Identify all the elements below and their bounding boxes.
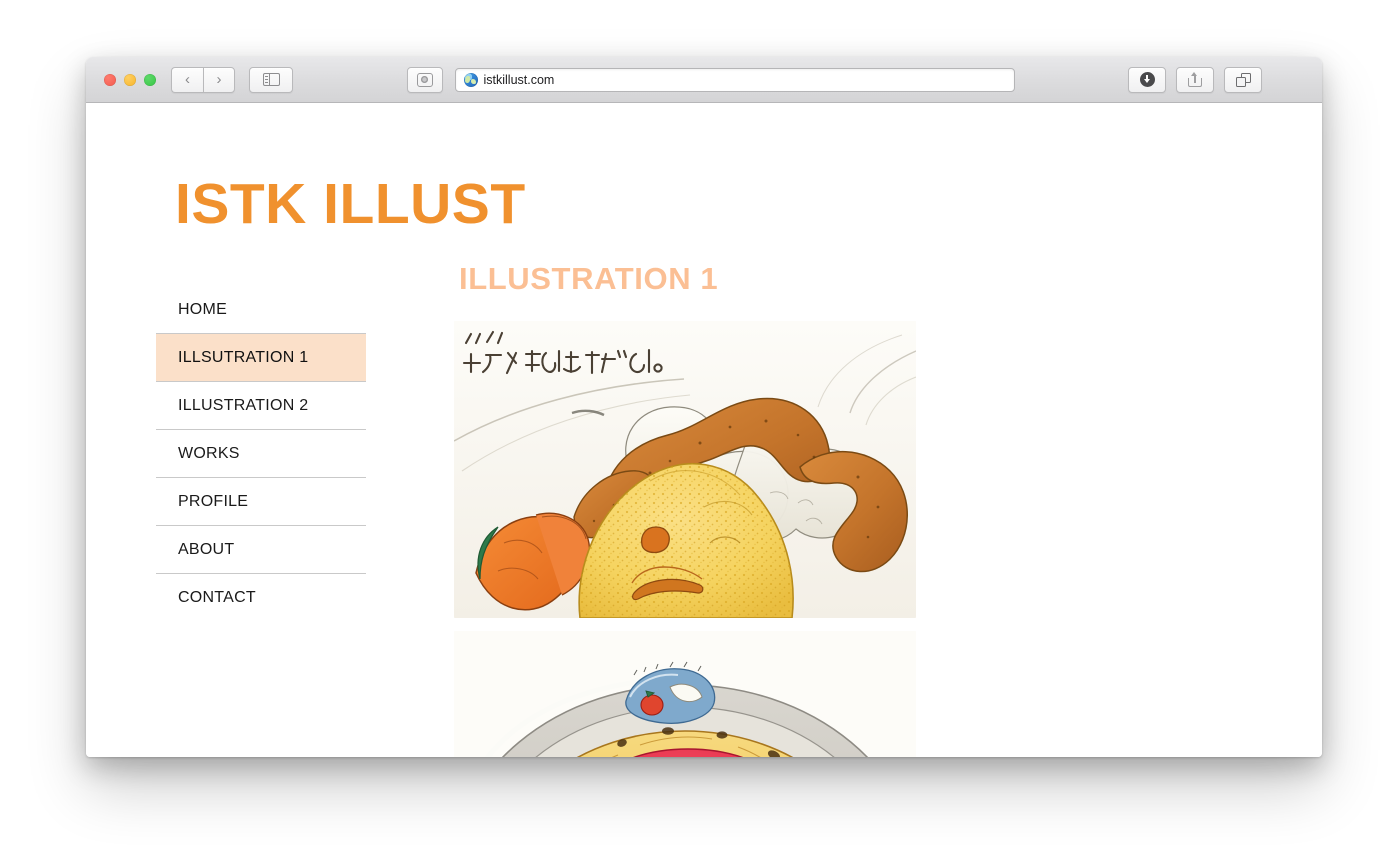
toolbar-right-group	[1128, 66, 1262, 93]
show-all-tabs-icon	[1235, 72, 1251, 87]
address-input[interactable]: istkillust.com	[484, 73, 555, 87]
sidebar-item-about[interactable]: ABOUT	[156, 526, 366, 574]
sidebar-icon	[262, 73, 280, 86]
window-controls	[104, 73, 156, 86]
main-content-column: ILLUSTRATION 1	[454, 263, 916, 757]
show-all-tabs-button[interactable]	[1224, 66, 1262, 93]
chevron-right-icon: ›	[216, 71, 222, 88]
minimize-window-button[interactable]	[124, 73, 136, 86]
close-window-button[interactable]	[104, 73, 116, 86]
web-page-content: ISTK ILLUST HOME ILLSUTRATION 1 ILLUSTRA…	[86, 103, 1322, 757]
browser-toolbar: ‹ › istkillust.com	[86, 57, 1322, 103]
sidebar-item-label: ILLSUTRATION 1	[178, 348, 309, 366]
chevron-left-icon: ‹	[185, 71, 190, 88]
browser-window: ‹ › istkillust.com ISTK ILLUST HOME ILLS…	[86, 57, 1322, 757]
sidebar-item-label: PROFILE	[178, 492, 249, 510]
sidebar-item-works[interactable]: WORKS	[156, 430, 366, 478]
address-bar[interactable]: istkillust.com	[454, 67, 1015, 92]
downloads-icon	[1139, 72, 1155, 87]
sidebar-item-label: WORKS	[178, 444, 240, 462]
sidebar-item-label: ILLUSTRATION 2	[178, 396, 309, 414]
sidebar-item-illustration-2[interactable]: ILLUSTRATION 2	[156, 382, 366, 430]
maximize-window-button[interactable]	[144, 73, 156, 86]
sidebar-navigation: HOME ILLSUTRATION 1 ILLUSTRATION 2 WORKS…	[156, 286, 366, 622]
sidebar-item-contact[interactable]: CONTACT	[156, 574, 366, 622]
sidebar-item-illustration-1[interactable]: ILLSUTRATION 1	[156, 334, 366, 382]
share-button[interactable]	[1176, 66, 1214, 93]
downloads-button[interactable]	[1128, 66, 1166, 93]
sidebar-item-home[interactable]: HOME	[156, 286, 366, 334]
show-sidebar-button[interactable]	[249, 66, 293, 93]
sidebar-item-label: HOME	[178, 300, 227, 318]
sidebar-item-label: CONTACT	[178, 589, 256, 606]
navigation-buttons: ‹ ›	[171, 66, 235, 93]
pumpkin-croquette-illustration[interactable]	[454, 321, 916, 618]
page-title: ILLUSTRATION 1	[459, 261, 719, 296]
sidebar-item-profile[interactable]: PROFILE	[156, 478, 366, 526]
sidebar-item-label: ABOUT	[178, 540, 235, 558]
desktop-background: + ‹ ›	[0, 0, 1400, 855]
share-icon	[1188, 72, 1202, 87]
reader-view-button[interactable]	[406, 66, 443, 93]
forward-button[interactable]: ›	[203, 66, 235, 93]
site-logo-title[interactable]: ISTK ILLUST	[175, 176, 526, 233]
reader-icon	[416, 72, 433, 87]
globe-icon	[463, 72, 478, 87]
margherita-pizza-illustration[interactable]	[454, 631, 916, 757]
back-button[interactable]: ‹	[171, 66, 203, 93]
toolbar-center-group: istkillust.com	[293, 66, 1128, 93]
